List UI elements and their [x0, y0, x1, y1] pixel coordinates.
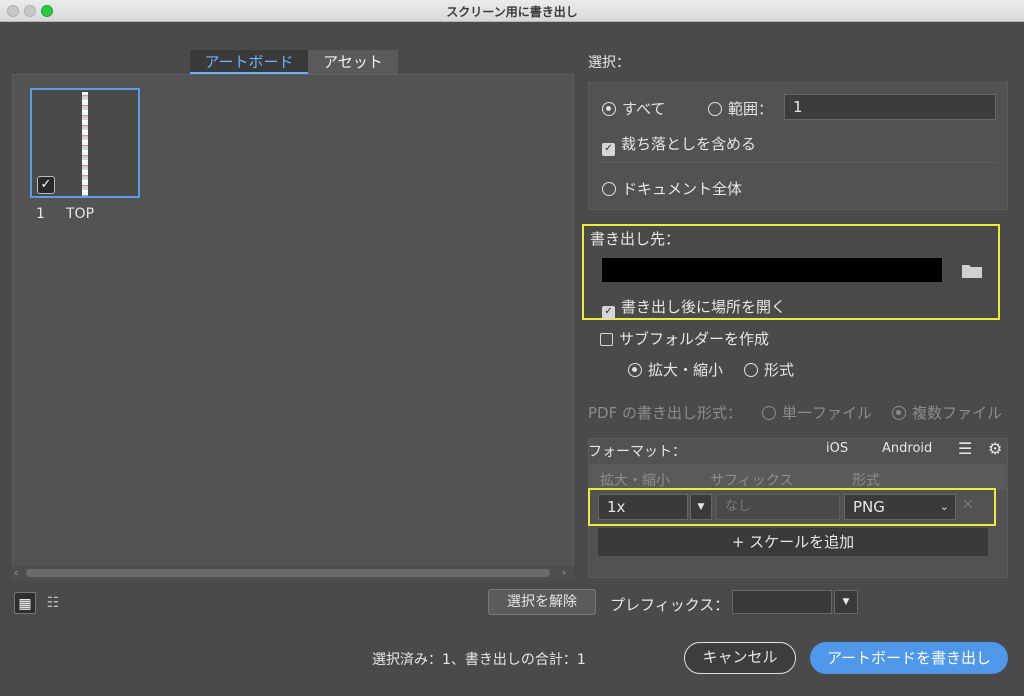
- format-select-value: PNG: [853, 498, 885, 516]
- whole-document-radio[interactable]: ドキュメント全体: [602, 178, 742, 199]
- subfolder-by-format-radio[interactable]: 形式: [744, 359, 794, 380]
- tab-artboards[interactable]: アートボード: [190, 50, 308, 74]
- subfolder-by-scale-label: 拡大・縮小: [648, 361, 724, 379]
- pdf-multi-radio[interactable]: 複数ファイル: [892, 402, 1002, 423]
- window-title: スクリーン用に書き出し: [446, 5, 578, 19]
- list-view-icon[interactable]: ☷: [42, 592, 64, 614]
- scroll-left-icon[interactable]: ‹: [14, 566, 18, 579]
- checkbox-checked-icon: ✓: [602, 306, 615, 319]
- artboard-thumbnail[interactable]: ✓: [30, 88, 140, 198]
- create-subfolder-checkbox[interactable]: サブフォルダーを作成: [600, 328, 769, 349]
- subfolder-by-scale-radio[interactable]: 拡大・縮小: [628, 359, 723, 380]
- format-select[interactable]: PNG ⌄: [844, 494, 956, 520]
- checkbox-checked-icon: ✓: [602, 143, 615, 156]
- radio-icon: [744, 363, 758, 377]
- chevron-down-icon: ⌄: [939, 500, 949, 513]
- chevron-down-icon[interactable]: ▼: [834, 590, 858, 614]
- select-all-label: すべて: [622, 100, 666, 118]
- artboard-number: 1: [36, 206, 45, 222]
- gear-icon[interactable]: ⚙: [988, 439, 1002, 458]
- column-header-suffix: サフィックス: [710, 473, 794, 489]
- formats-label: フォーマット：: [588, 444, 686, 460]
- include-bleed-label: 裁ち落としを含める: [621, 135, 757, 153]
- radio-icon: [708, 102, 722, 116]
- select-range-radio[interactable]: 範囲：: [708, 98, 773, 119]
- create-subfolder-label: サブフォルダーを作成: [619, 330, 770, 348]
- pdf-single-radio[interactable]: 単一ファイル: [762, 402, 872, 423]
- artboard-preview-image: [82, 92, 88, 196]
- radio-icon: [602, 182, 616, 196]
- prefix-label: プレフィックス：: [610, 596, 730, 614]
- scroll-right-icon[interactable]: ›: [562, 566, 566, 579]
- select-range-label: 範囲：: [728, 100, 774, 118]
- folder-icon[interactable]: [962, 263, 982, 278]
- grid-view-icon[interactable]: ▦: [14, 592, 36, 614]
- export-path-field[interactable]: [602, 258, 942, 282]
- add-scale-button[interactable]: + スケールを追加: [598, 528, 988, 556]
- export-summary: 選択済み：1、書き出しの合計：1: [372, 652, 586, 668]
- remove-row-icon[interactable]: ✕: [962, 497, 974, 513]
- prefix-input[interactable]: [732, 590, 832, 614]
- pdf-multi-label: 複数ファイル: [912, 404, 1003, 422]
- android-preset-button[interactable]: Android: [882, 441, 932, 456]
- pdf-single-label: 単一ファイル: [782, 404, 873, 422]
- export-artboards-button[interactable]: アートボードを書き出し: [810, 642, 1008, 674]
- tab-assets[interactable]: アセット: [308, 50, 398, 74]
- pdf-export-label: PDF の書き出し形式：: [588, 404, 742, 422]
- include-bleed-checkbox[interactable]: ✓ 裁ち落としを含める: [602, 133, 756, 156]
- artboard-name: TOP: [66, 206, 95, 222]
- horizontal-scrollbar[interactable]: ‹ ›: [12, 566, 574, 580]
- radio-icon: [762, 406, 776, 420]
- radio-selected-icon: [602, 102, 616, 116]
- whole-document-label: ドキュメント全体: [622, 180, 743, 198]
- suffix-input[interactable]: なし: [716, 494, 840, 520]
- scrollbar-thumb[interactable]: [26, 569, 550, 577]
- list-options-icon[interactable]: ☰: [958, 439, 972, 458]
- open-location-label: 書き出し後に場所を開く: [621, 298, 787, 316]
- export-to-label: 書き出し先：: [590, 230, 681, 248]
- checkbox-icon: [600, 333, 613, 346]
- select-all-radio[interactable]: すべて: [602, 98, 665, 119]
- chevron-down-icon[interactable]: ▼: [690, 494, 712, 520]
- radio-selected-icon: [892, 406, 906, 420]
- column-header-scale: 拡大・縮小: [600, 473, 670, 489]
- subfolder-by-format-label: 形式: [764, 361, 795, 379]
- artboard-checkbox[interactable]: ✓: [37, 176, 55, 194]
- column-header-format: 形式: [852, 473, 880, 489]
- selection-label: 選択：: [588, 55, 630, 71]
- ios-preset-button[interactable]: iOS: [826, 441, 848, 456]
- open-location-checkbox[interactable]: ✓ 書き出し後に場所を開く: [602, 296, 786, 319]
- radio-selected-icon: [628, 363, 642, 377]
- cancel-button[interactable]: キャンセル: [684, 642, 796, 674]
- range-input[interactable]: 1: [784, 94, 996, 120]
- deselect-button[interactable]: 選択を解除: [488, 589, 596, 615]
- scale-input[interactable]: 1x: [598, 494, 688, 520]
- divider: [600, 162, 996, 163]
